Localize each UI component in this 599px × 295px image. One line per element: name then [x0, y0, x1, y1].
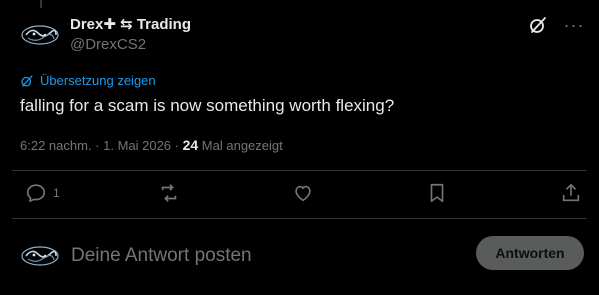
reply-composer: Deine Antwort posten Antworten [0, 232, 599, 280]
top-right-icons: ··· [527, 14, 585, 36]
drex-logo-icon [21, 25, 59, 45]
author-handle[interactable]: @DrexCS2 [70, 35, 191, 55]
views-label: Mal angezeigt [198, 138, 283, 153]
divider-bottom [12, 218, 587, 219]
more-icon[interactable]: ··· [563, 14, 585, 36]
bookmark-icon [430, 183, 444, 203]
share-icon [562, 183, 580, 202]
tweet-meta: 6:22 nachm. · 1. Mai 2026 · 24 Mal angez… [20, 136, 283, 155]
share-button[interactable] [560, 182, 582, 204]
reply-input[interactable]: Deine Antwort posten [71, 245, 252, 267]
grok-slash-icon[interactable] [527, 14, 549, 36]
reply-button[interactable]: 1 [25, 182, 60, 204]
bookmark-button[interactable] [426, 182, 448, 204]
reply-submit-button[interactable]: Antworten [476, 236, 584, 270]
thread-line [40, 0, 42, 8]
author-display-name[interactable]: Drex✚ ⇆ Trading [70, 15, 191, 35]
author-avatar[interactable] [20, 21, 60, 49]
reply-icon [26, 184, 46, 203]
reply-count: 1 [53, 186, 60, 200]
like-icon [295, 185, 311, 202]
repost-button[interactable] [158, 182, 180, 204]
tweet-date[interactable]: 1. Mai 2026 [103, 138, 171, 153]
action-bar: 1 [0, 178, 599, 210]
own-avatar[interactable] [20, 242, 60, 270]
author-header: Drex✚ ⇆ Trading @DrexCS2 [70, 15, 191, 55]
tweet-time[interactable]: 6:22 nachm. [20, 138, 92, 153]
grok-translate-icon [21, 74, 33, 87]
view-count: 24 [182, 137, 199, 153]
repost-icon [161, 184, 177, 202]
meta-separator: · [171, 138, 183, 153]
drex-logo-icon [21, 246, 59, 266]
divider-top [12, 170, 587, 171]
like-button[interactable] [292, 182, 314, 204]
meta-separator: · [91, 138, 104, 153]
translate-link[interactable]: Übersetzung zeigen [20, 73, 156, 88]
translate-label[interactable]: Übersetzung zeigen [40, 73, 156, 88]
tweet-text: falling for a scam is now something wort… [20, 96, 395, 115]
